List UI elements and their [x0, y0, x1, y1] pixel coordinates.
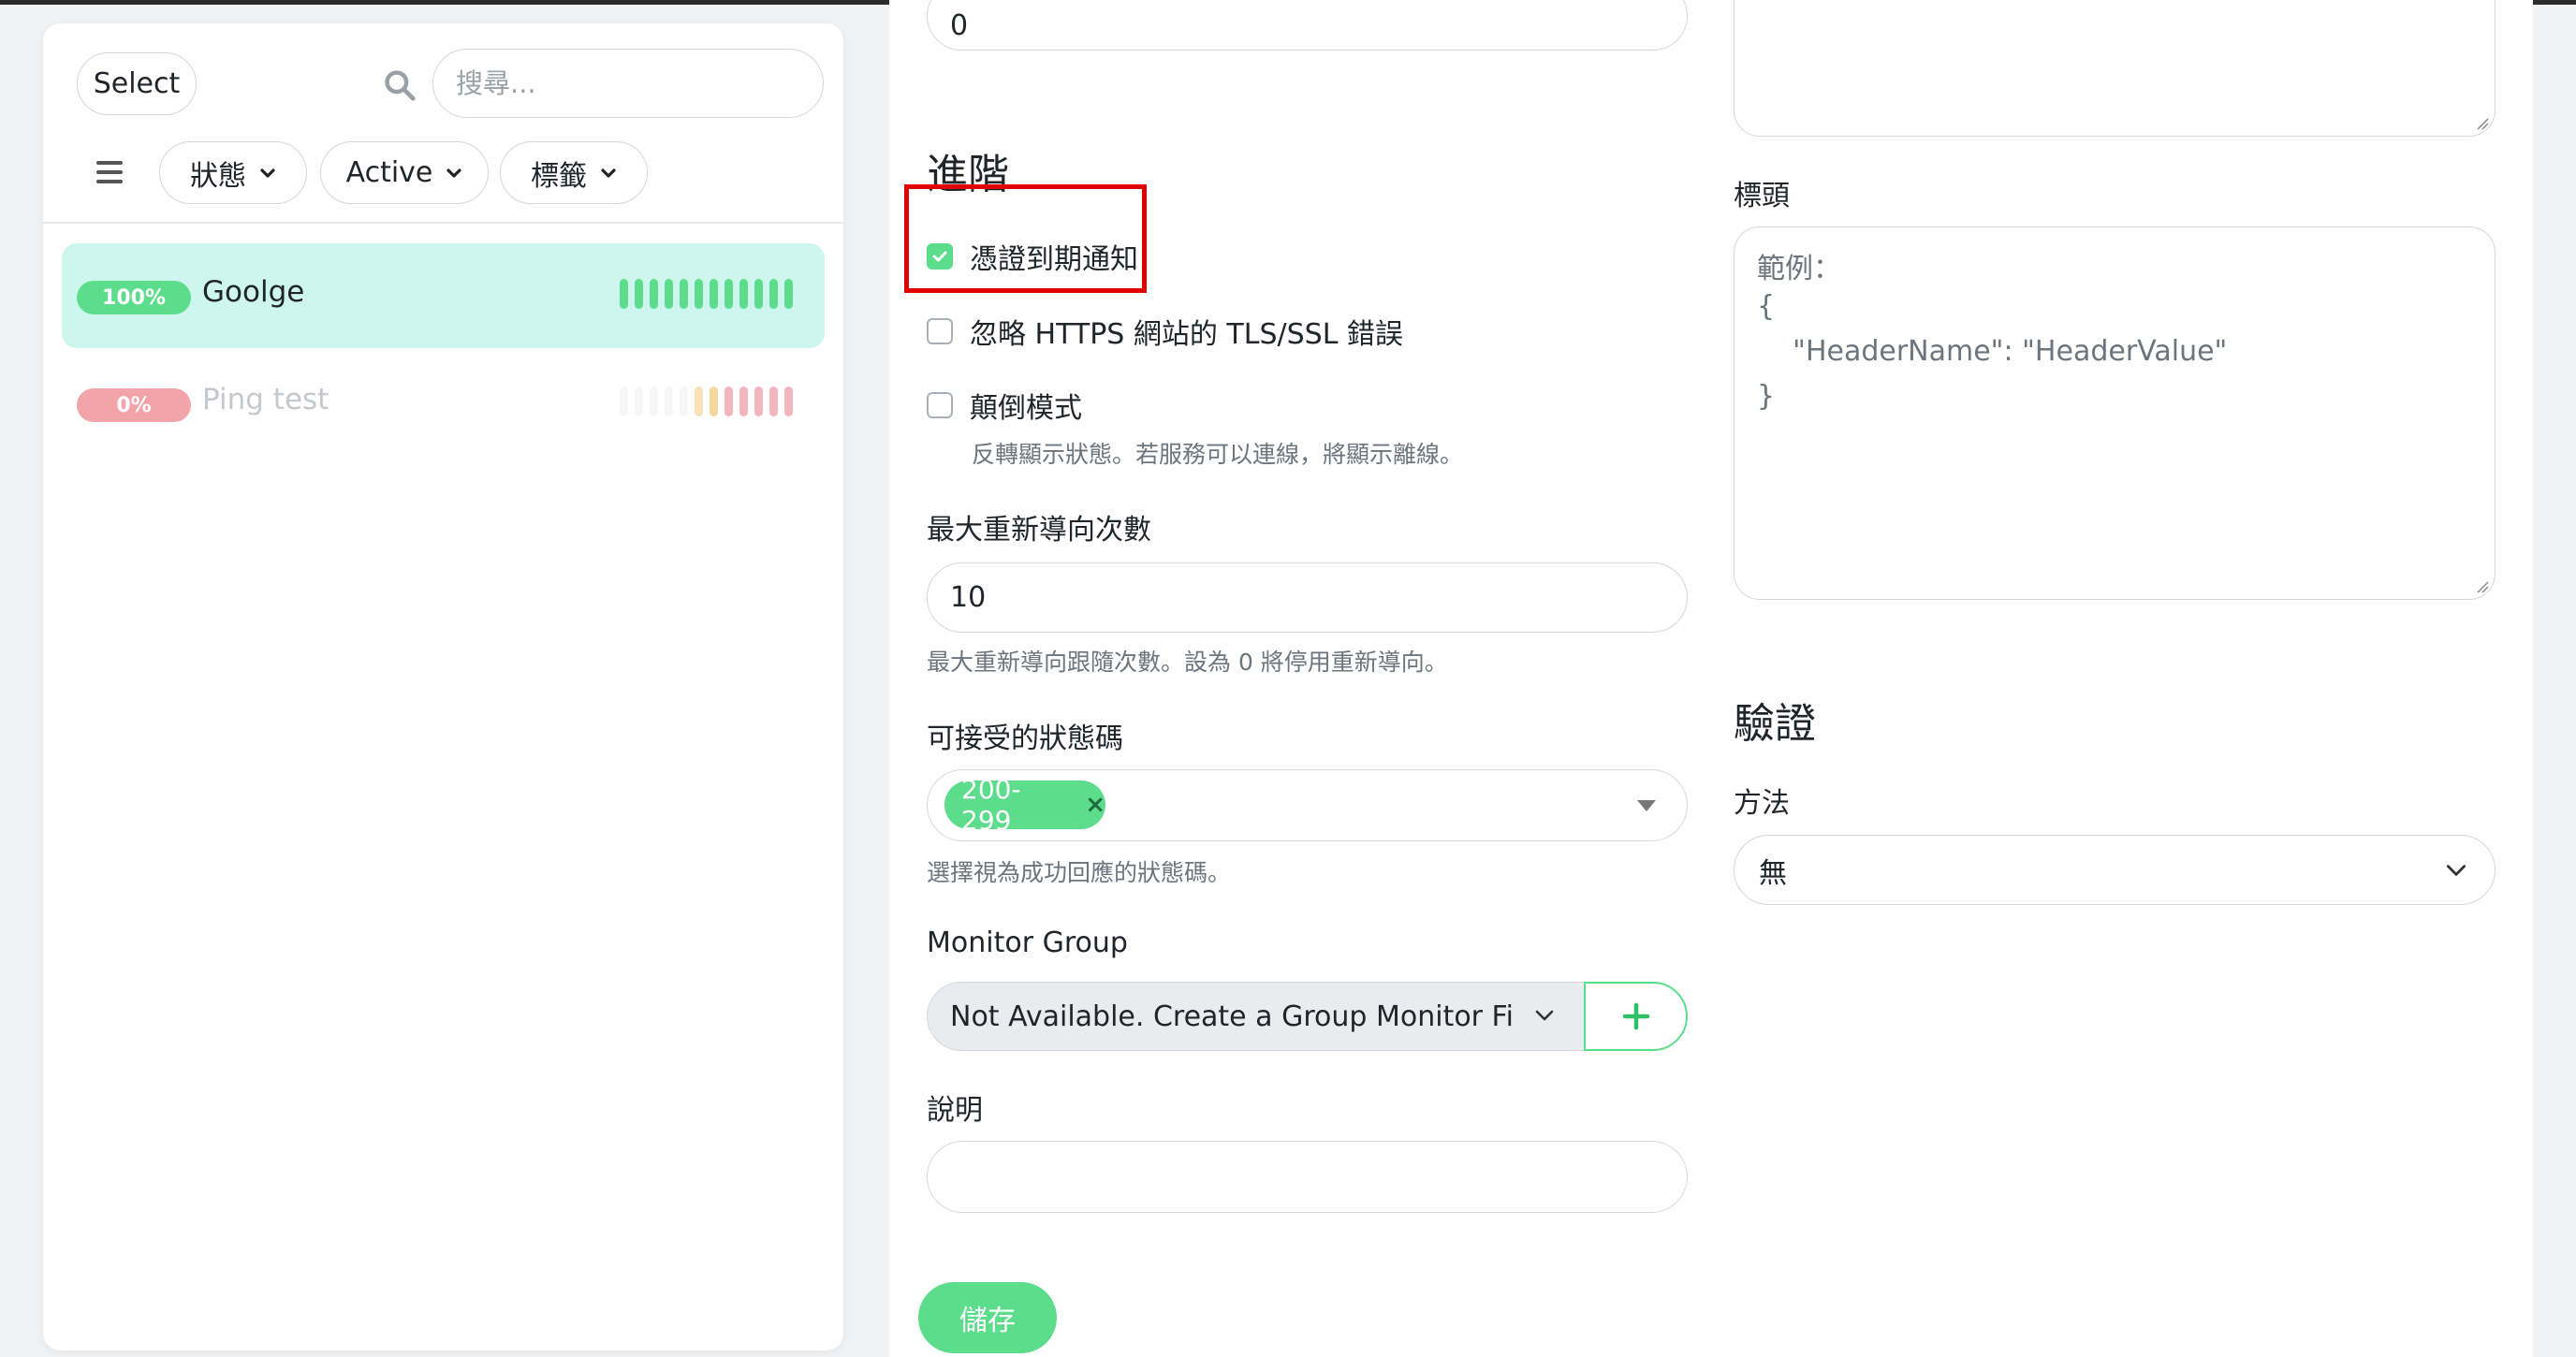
body-textarea[interactable]	[1734, 0, 2496, 137]
active-filter-dropdown[interactable]: Active	[320, 141, 489, 204]
headers-placeholder-line: 範例：	[1757, 253, 1841, 285]
heartbeat-beat	[680, 279, 688, 309]
status-filter-label: 狀態	[190, 159, 246, 193]
heartbeat-beat	[635, 279, 643, 309]
tags-filter-dropdown[interactable]: 標籤	[500, 141, 648, 204]
heartbeat-beat	[695, 279, 703, 309]
upside-down-option[interactable]: 顛倒模式	[927, 385, 1082, 426]
max-redirects-help: 最大重新導向跟隨次數。設為 0 將停用重新導向。	[927, 649, 1448, 676]
monitor-name: Ping test	[202, 383, 329, 416]
max-redirects-value: 10	[950, 581, 987, 614]
heartbeat-beat	[784, 279, 793, 309]
heartbeat-beat	[769, 279, 778, 309]
tags-filter-label: 標籤	[531, 159, 587, 193]
resize-grip-icon[interactable]	[2476, 117, 2489, 130]
headers-placeholder-line: {	[1757, 290, 1776, 323]
auth-method-select[interactable]: 無	[1734, 835, 2496, 905]
max-redirects-label: 最大重新導向次數	[927, 514, 1151, 547]
heartbeat-beat	[754, 279, 763, 309]
description-input[interactable]	[927, 1141, 1688, 1213]
heartbeat-beat	[710, 279, 718, 309]
heartbeat-beat	[695, 387, 703, 416]
heartbeat-beat	[620, 387, 628, 416]
heartbeat-beat	[635, 387, 643, 416]
headers-label: 標頭	[1734, 180, 1790, 212]
create-group-button[interactable]	[1584, 982, 1688, 1051]
heartbeat-beat	[724, 387, 733, 416]
accepted-codes-label: 可接受的狀態碼	[927, 722, 1123, 755]
auth-method-value: 無	[1759, 856, 1787, 890]
max-redirects-input[interactable]: 10	[927, 562, 1688, 633]
heartbeat-beat	[665, 387, 673, 416]
select-button[interactable]: Select	[77, 52, 197, 115]
chevron-down-icon	[446, 168, 462, 178]
heartbeat-beat	[665, 279, 673, 309]
headers-textarea[interactable]	[1734, 226, 2496, 600]
uptime-badge: 0%	[77, 388, 191, 422]
highlight-box	[904, 184, 1147, 293]
active-filter-label: Active	[345, 156, 433, 189]
monitor-item-goolge[interactable]: 100% Goolge	[62, 243, 825, 348]
list-menu-icon[interactable]	[96, 161, 123, 185]
plus-icon	[1622, 1002, 1649, 1030]
ignore-tls-checkbox[interactable]	[927, 318, 953, 344]
heartbeat-beat	[724, 279, 733, 309]
heartbeat-beat	[784, 387, 793, 416]
method-label: 方法	[1734, 787, 1790, 820]
headers-placeholder-line: "HeaderName": "HeaderValue"	[1757, 335, 2228, 368]
upside-down-label: 顛倒模式	[970, 392, 1082, 425]
save-button[interactable]: 儲存	[918, 1282, 1057, 1353]
ignore-tls-label: 忽略 HTTPS 網站的 TLS/SSL 錯誤	[970, 318, 1403, 351]
heartbeat-bar	[620, 279, 793, 309]
monitor-group-select[interactable]: Not Available. Create a Group Monitor Fi…	[927, 982, 1585, 1051]
chevron-down-icon	[260, 168, 275, 178]
status-filter-dropdown[interactable]: 狀態	[159, 141, 307, 204]
ignore-tls-option[interactable]: 忽略 HTTPS 網站的 TLS/SSL 錯誤	[927, 311, 1403, 352]
auth-section-title: 驗證	[1734, 700, 1816, 748]
accepted-codes-help: 選擇視為成功回應的狀態碼。	[927, 859, 1232, 886]
monitor-group-label: Monitor Group	[927, 927, 1128, 959]
resize-grip-icon[interactable]	[2476, 580, 2489, 593]
search-input[interactable]	[432, 49, 824, 118]
list-divider	[43, 222, 843, 224]
form-right-panel	[1704, 0, 2533, 1357]
monitor-item-ping-test[interactable]: 0% Ping test	[62, 351, 825, 456]
heartbeat-beat	[739, 387, 748, 416]
uptime-badge: 100%	[77, 281, 191, 314]
heartbeat-beat	[620, 279, 628, 309]
upside-down-checkbox[interactable]	[927, 392, 953, 418]
chevron-down-icon	[2446, 865, 2466, 876]
search-icon	[385, 70, 416, 101]
status-code-tag-label: 200-299	[961, 774, 1021, 836]
monitor-name: Goolge	[202, 275, 305, 309]
numeric-field-value: 0	[950, 8, 969, 42]
heartbeat-beat	[754, 387, 763, 416]
description-label: 說明	[927, 1094, 983, 1127]
numeric-field[interactable]: 0	[927, 0, 1688, 51]
remove-tag-icon[interactable]: ×	[1085, 791, 1105, 819]
monitor-list-panel: Select 狀態 Active 標籤 100% Goolge 0% Ping …	[43, 23, 843, 1350]
caret-down-icon[interactable]	[1637, 800, 1656, 811]
heartbeat-beat	[650, 279, 658, 309]
heartbeat-bar	[620, 387, 793, 416]
chevron-down-icon	[1535, 1010, 1554, 1021]
monitor-group-value: Not Available. Create a Group Monitor Fi…	[950, 1000, 1512, 1033]
status-code-tag[interactable]: 200-299 ×	[944, 774, 1105, 836]
upside-down-help: 反轉顯示狀態。若服務可以連線，將顯示離線。	[972, 441, 1464, 468]
heartbeat-beat	[710, 387, 718, 416]
chevron-down-icon	[601, 168, 616, 178]
heartbeat-beat	[769, 387, 778, 416]
headers-placeholder-line: }	[1757, 380, 1776, 413]
heartbeat-beat	[680, 387, 688, 416]
heartbeat-beat	[739, 279, 748, 309]
heartbeat-beat	[650, 387, 658, 416]
